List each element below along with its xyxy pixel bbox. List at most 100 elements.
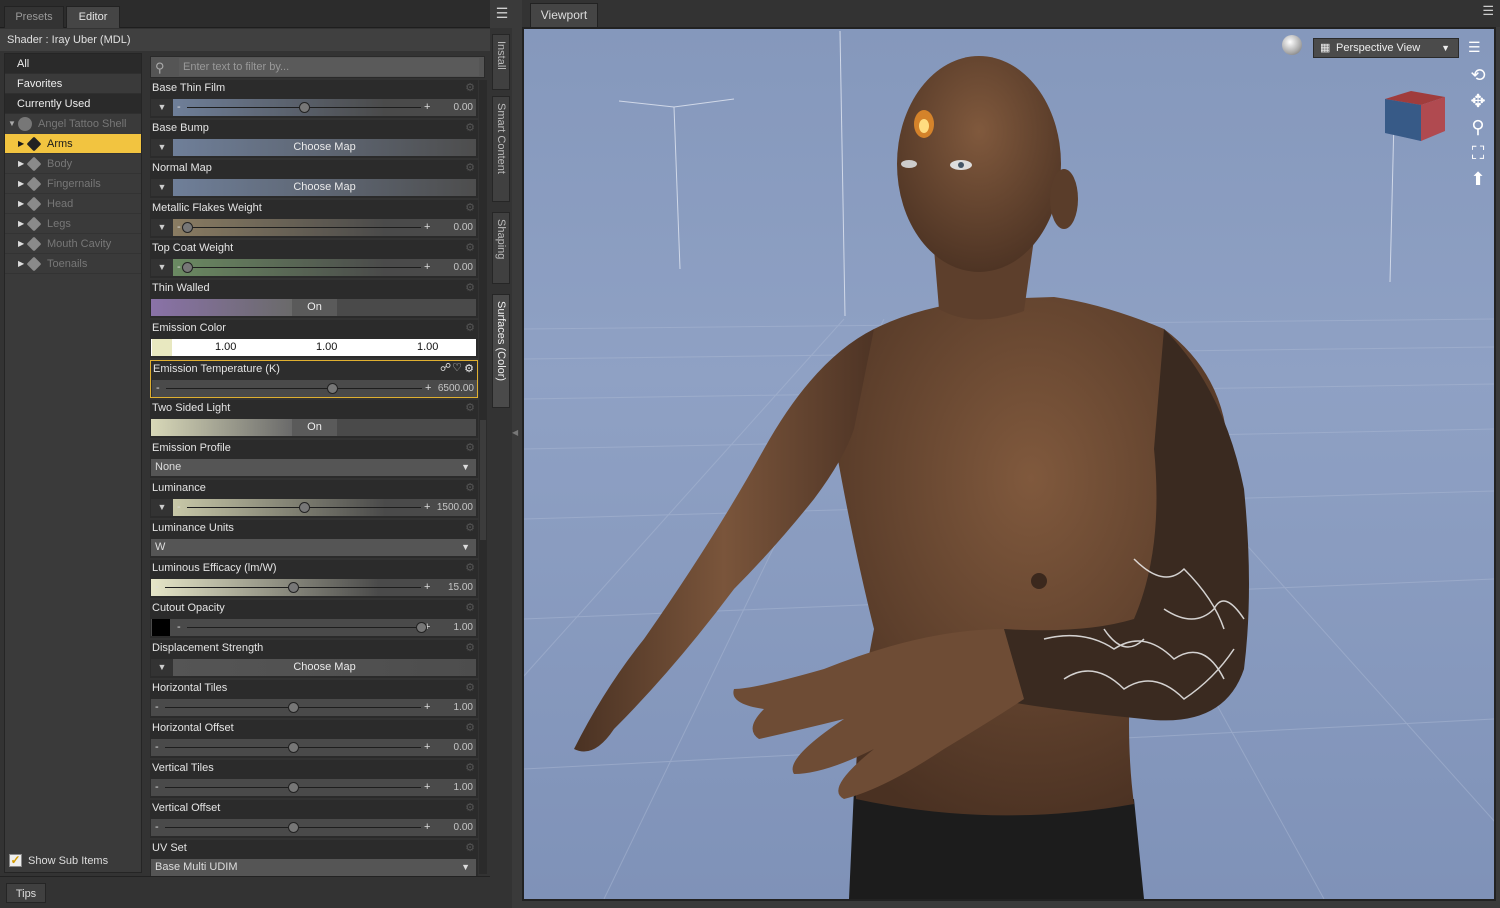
gear-icon[interactable]: ⚙ [465,841,475,854]
tab-install[interactable]: Install [492,34,510,90]
gear-icon[interactable]: ⚙ [465,721,475,734]
value-slider[interactable]: - +1.00 [151,699,476,716]
value-slider[interactable]: ▼ - +0.00 [151,219,476,236]
gear-icon[interactable]: ⚙ [465,801,475,814]
orbit-icon[interactable]: ⟲ [1466,63,1490,87]
slider-knob[interactable] [288,782,299,793]
slider-knob[interactable] [288,702,299,713]
gear-icon[interactable]: ⚙ [465,161,475,174]
splitter-grip[interactable]: ◀ [512,428,520,474]
gear-icon[interactable]: ⚙ [465,561,475,574]
select-dropdown[interactable]: None ▼ [151,459,476,476]
toggle-switch[interactable]: On [151,299,476,316]
value-slider[interactable]: ▼ - +1500.00 [151,499,476,516]
toggle-on-button[interactable]: On [292,419,337,436]
decrement-icon[interactable]: - [156,380,160,396]
tab-presets[interactable]: Presets [4,6,64,28]
select-dropdown[interactable]: W ▼ [151,539,476,556]
slider-value[interactable]: 0.00 [454,259,473,276]
pan-icon[interactable]: ✥ [1466,89,1490,113]
gear-icon[interactable]: ⚙ [465,601,475,614]
increment-icon[interactable]: + [424,219,430,235]
value-slider[interactable]: - +6500.00 [152,380,477,397]
tab-editor[interactable]: Editor [66,6,120,28]
increment-icon[interactable]: + [424,699,430,715]
value-slider[interactable]: - +1.00 [151,619,476,636]
decrement-icon[interactable]: - [155,779,159,795]
filter-input[interactable] [179,58,479,76]
expand-arrow-icon[interactable]: ▶ [18,134,24,154]
decrement-icon[interactable]: - [177,619,181,635]
decrement-icon[interactable]: - [155,579,159,595]
slider-knob[interactable] [299,502,310,513]
increment-icon[interactable]: + [425,380,431,396]
collapse-arrow-icon[interactable]: ▼ [8,114,16,134]
color-channel-value[interactable]: 1.00 [316,339,337,356]
slider-value[interactable]: 0.00 [454,99,473,116]
zoom-icon[interactable]: ⚲ [1466,115,1490,139]
slider-value[interactable]: 1.00 [454,699,473,716]
select-dropdown[interactable]: Base Multi UDIM ▼ [151,859,476,876]
tree-node-body[interactable]: ▶ Body [5,154,141,174]
scrollbar-thumb[interactable] [480,420,486,540]
slider-value[interactable]: 0.00 [454,819,473,836]
map-menu-arrow-icon[interactable]: ▼ [151,259,173,276]
tab-surfaces[interactable]: Surfaces (Color) [492,294,510,408]
map-selector[interactable]: ▼ Choose Map [151,139,476,156]
view-mode-dropdown[interactable]: ▦ Perspective View ▼ [1313,38,1459,58]
toggle-switch[interactable]: On [151,419,476,436]
tab-shaping[interactable]: Shaping [492,212,510,284]
slider-knob[interactable] [327,383,339,394]
decrement-icon[interactable]: - [177,259,181,275]
light-sphere-icon[interactable] [1282,35,1302,55]
color-field[interactable]: 1.00 1.00 1.00 [151,339,476,356]
decrement-icon[interactable]: - [177,99,181,115]
slider-value[interactable]: 0.00 [454,739,473,756]
gear-icon[interactable]: ⚙ [465,761,475,774]
gear-icon[interactable]: ⚙ [465,521,475,534]
expand-arrow-icon[interactable]: ▶ [18,194,24,214]
gear-icon[interactable]: ⚙ [465,441,475,454]
checkmark-icon[interactable]: ✓ [9,854,22,867]
value-slider[interactable]: ▼ - +0.00 [151,259,476,276]
viewport-pane-menu-icon[interactable]: ☰ [1482,3,1494,19]
expand-arrow-icon[interactable]: ▶ [18,234,24,254]
slider-track[interactable] [187,227,421,228]
tree-node-legs[interactable]: ▶ Legs [5,214,141,234]
frame-icon[interactable]: ⛶ [1466,141,1490,165]
value-slider[interactable]: - +15.00 [151,579,476,596]
slider-value[interactable]: 0.00 [454,219,473,236]
map-menu-arrow-icon[interactable]: ▼ [151,99,173,116]
map-selector[interactable]: ▼ Choose Map [151,659,476,676]
increment-icon[interactable]: + [424,499,430,515]
slider-track[interactable] [187,627,421,628]
slider-knob[interactable] [182,262,193,273]
decrement-icon[interactable]: - [155,699,159,715]
value-slider[interactable]: - +0.00 [151,739,476,756]
gear-icon[interactable]: ⚙ [465,681,475,694]
tree-item-favorites[interactable]: Favorites [5,74,141,94]
reset-view-icon[interactable]: ⬆ [1466,167,1490,191]
decrement-icon[interactable]: - [155,739,159,755]
gear-icon[interactable]: ⚙ [465,81,475,94]
map-menu-arrow-icon[interactable]: ▼ [151,219,173,236]
gear-icon[interactable]: ⚙ [465,241,475,254]
tree-node-fingernails[interactable]: ▶ Fingernails [5,174,141,194]
gear-icon[interactable]: ⚙ [465,321,475,334]
map-menu-arrow-icon[interactable]: ▼ [151,179,173,196]
decrement-icon[interactable]: - [177,499,181,515]
expand-arrow-icon[interactable]: ▶ [18,254,24,274]
tree-item-currently-used[interactable]: Currently Used [5,94,141,114]
value-slider[interactable]: ▼ - +0.00 [151,99,476,116]
slider-track[interactable] [166,388,422,389]
gear-icon[interactable]: ⚙ [465,201,475,214]
map-selector[interactable]: ▼ Choose Map [151,179,476,196]
tree-item-all[interactable]: All [5,54,141,74]
expand-arrow-icon[interactable]: ▶ [18,214,24,234]
decrement-icon[interactable]: - [177,219,181,235]
map-menu-arrow-icon[interactable]: ▼ [151,139,173,156]
tab-tips[interactable]: Tips [6,883,46,903]
tree-node-arms[interactable]: ▶ Arms [5,134,141,154]
increment-icon[interactable]: + [424,259,430,275]
tab-viewport[interactable]: Viewport [530,3,598,27]
